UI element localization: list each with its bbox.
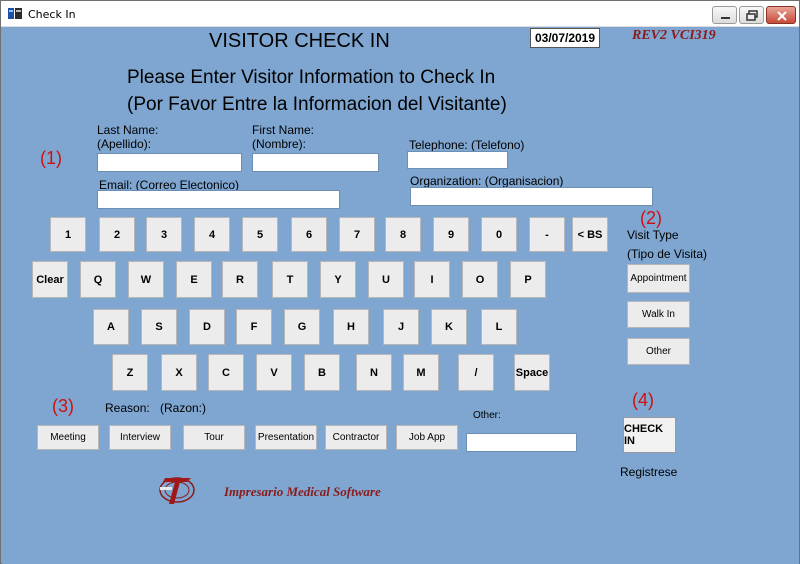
check-in-window: Check In VISITOR CHECK IN 03/07/2019 REV… bbox=[0, 0, 800, 564]
key-slash[interactable]: / bbox=[458, 354, 494, 391]
key-x[interactable]: X bbox=[161, 354, 197, 391]
key-clear[interactable]: Clear bbox=[32, 261, 68, 298]
key-3[interactable]: 3 bbox=[146, 217, 182, 252]
key-r[interactable]: R bbox=[222, 261, 258, 298]
organization-input[interactable] bbox=[410, 187, 653, 206]
reason-label-es: (Razon:) bbox=[160, 401, 207, 415]
key-e[interactable]: E bbox=[176, 261, 212, 298]
key-n[interactable]: N bbox=[356, 354, 392, 391]
first-name-label: First Name: bbox=[252, 123, 315, 137]
instruction-spanish: (Por Favor Entre la Informacion del Visi… bbox=[127, 94, 507, 115]
other-reason-input[interactable] bbox=[466, 433, 577, 452]
reason-presentation-button[interactable]: Presentation bbox=[255, 425, 317, 450]
key-g[interactable]: G bbox=[284, 309, 320, 345]
key-q[interactable]: Q bbox=[80, 261, 116, 298]
check-in-form: VISITOR CHECK IN 03/07/2019 REV2 VCI319 … bbox=[2, 28, 799, 564]
key-7[interactable]: 7 bbox=[339, 217, 375, 252]
appointment-button[interactable]: Appointment bbox=[627, 264, 690, 293]
telephone-label: Telephone: (Telefono) bbox=[409, 138, 525, 152]
key-6[interactable]: 6 bbox=[291, 217, 327, 252]
step-3-marker: (3) bbox=[52, 396, 74, 416]
key-5[interactable]: 5 bbox=[242, 217, 278, 252]
key-1[interactable]: 1 bbox=[50, 217, 86, 252]
key-s[interactable]: S bbox=[141, 309, 177, 345]
email-input[interactable] bbox=[97, 190, 340, 209]
organization-label: Organization: (Organisacion) bbox=[410, 174, 564, 188]
app-icon bbox=[8, 7, 22, 20]
key-k[interactable]: K bbox=[431, 309, 467, 345]
other-reason-label: Other: bbox=[473, 410, 501, 421]
reason-label: Reason: bbox=[105, 401, 150, 415]
walk-in-button[interactable]: Walk In bbox=[627, 301, 690, 328]
key-2[interactable]: 2 bbox=[99, 217, 135, 252]
key-u[interactable]: U bbox=[368, 261, 404, 298]
reason-job-app-button[interactable]: Job App bbox=[396, 425, 458, 450]
key-8[interactable]: 8 bbox=[385, 217, 421, 252]
last-name-label: Last Name: bbox=[97, 123, 159, 137]
key-j[interactable]: J bbox=[383, 309, 419, 345]
maximize-button[interactable] bbox=[739, 6, 764, 24]
step-2-marker: (2) bbox=[640, 208, 662, 228]
instruction-english: Please Enter Visitor Information to Chec… bbox=[127, 67, 496, 88]
key-b[interactable]: B bbox=[304, 354, 340, 391]
minimize-icon bbox=[721, 17, 730, 19]
title-bar: Check In bbox=[1, 1, 799, 27]
key-w[interactable]: W bbox=[128, 261, 164, 298]
impresario-logo-icon bbox=[157, 472, 199, 506]
first-name-label-es: (Nombre): bbox=[252, 137, 307, 151]
telephone-input[interactable] bbox=[407, 151, 508, 169]
reason-contractor-button[interactable]: Contractor bbox=[325, 425, 387, 450]
key-i[interactable]: I bbox=[414, 261, 450, 298]
key-h[interactable]: H bbox=[333, 309, 369, 345]
key-c[interactable]: C bbox=[208, 354, 244, 391]
revision-label: REV2 VCI319 bbox=[632, 28, 716, 43]
minimize-button[interactable] bbox=[712, 6, 737, 24]
last-name-label-es: (Apellido): bbox=[97, 137, 152, 151]
key-p[interactable]: P bbox=[510, 261, 546, 298]
reason-tour-button[interactable]: Tour bbox=[183, 425, 245, 450]
step-1-marker: (1) bbox=[40, 148, 62, 168]
first-name-input[interactable] bbox=[252, 153, 379, 172]
last-name-input[interactable] bbox=[97, 153, 242, 172]
other-visit-button[interactable]: Other bbox=[627, 338, 690, 365]
close-button[interactable] bbox=[766, 6, 796, 24]
visit-type-label: Visit Type bbox=[627, 228, 679, 242]
registrese-label: Registrese bbox=[620, 465, 678, 479]
close-icon bbox=[777, 11, 787, 21]
key-l[interactable]: L bbox=[481, 309, 517, 345]
key-space[interactable]: Space bbox=[514, 354, 550, 391]
key-m[interactable]: M bbox=[403, 354, 439, 391]
key-t[interactable]: T bbox=[272, 261, 308, 298]
page-title: VISITOR CHECK IN bbox=[209, 30, 390, 52]
brand-name: Impresario Medical Software bbox=[224, 484, 381, 499]
key-o[interactable]: O bbox=[462, 261, 498, 298]
key-0[interactable]: 0 bbox=[481, 217, 517, 252]
window-title: Check In bbox=[28, 8, 76, 21]
key-z[interactable]: Z bbox=[112, 354, 148, 391]
key-v[interactable]: V bbox=[256, 354, 292, 391]
key-dash[interactable]: - bbox=[529, 217, 565, 252]
key-f[interactable]: F bbox=[236, 309, 272, 345]
key-9[interactable]: 9 bbox=[433, 217, 469, 252]
visit-type-label-es: (Tipo de Visita) bbox=[627, 247, 708, 261]
reason-interview-button[interactable]: Interview bbox=[109, 425, 171, 450]
key-4[interactable]: 4 bbox=[194, 217, 230, 252]
step-4-marker: (4) bbox=[632, 390, 654, 410]
key-backspace[interactable]: < BS bbox=[572, 217, 608, 252]
date-display: 03/07/2019 bbox=[530, 28, 600, 48]
key-a[interactable]: A bbox=[93, 309, 129, 345]
restore-icon bbox=[746, 10, 758, 21]
key-d[interactable]: D bbox=[189, 309, 225, 345]
check-in-button[interactable]: CHECK IN bbox=[623, 417, 676, 453]
reason-meeting-button[interactable]: Meeting bbox=[37, 425, 99, 450]
key-y[interactable]: Y bbox=[320, 261, 356, 298]
